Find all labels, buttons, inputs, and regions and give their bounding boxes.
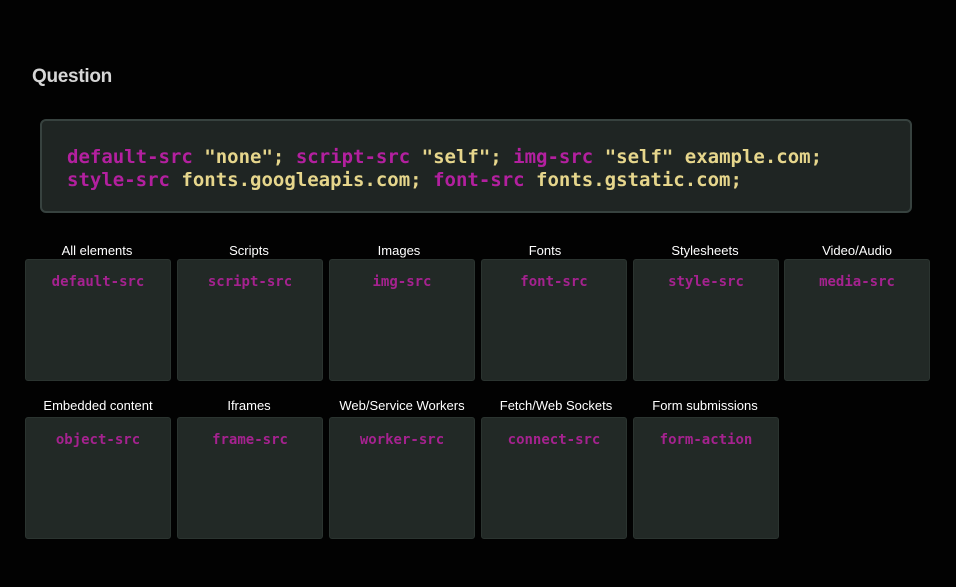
policy-token: default-src [67,146,193,168]
policy-token: ; [410,169,434,191]
policy-token: "none" [192,146,273,168]
directive-card[interactable]: form-action [633,417,779,539]
policy-token: ; [272,146,296,168]
category-label: Images [377,243,421,258]
directive-label: style-src [668,274,744,290]
directive-card[interactable]: script-src [177,259,323,381]
policy-token: ; [810,146,823,168]
directive-label: script-src [207,274,293,290]
policy-token: "self" [410,146,491,168]
policy-token: ; [730,169,742,191]
csp-policy-code: default-src "none"; script-src "self"; i… [40,119,912,213]
policy-token: style-src [67,169,170,191]
policy-token: "self" example.com [593,146,811,168]
category-label: Iframes [227,398,271,413]
directive-card[interactable]: default-src [25,259,171,381]
directive-card[interactable]: frame-src [177,417,323,539]
category-label: Fetch/Web Sockets [499,398,613,413]
policy-token: script-src [295,146,411,168]
directive-label: media-src [819,274,895,290]
policy-token: ; [490,146,514,168]
directive-label: connect-src [507,432,601,448]
directive-card[interactable]: object-src [25,417,171,539]
directive-card[interactable]: connect-src [481,417,627,539]
category-label: Web/Service Workers [339,398,465,413]
policy-token: fonts.googleapis.com [169,169,411,191]
policy-line-2: style-src fonts.googleapis.com; font-src… [67,169,910,192]
category-label: Video/Audio [822,243,892,258]
category-label: Stylesheets [671,243,739,258]
directive-label: default-src [51,274,145,290]
directive-card[interactable]: style-src [633,259,779,381]
policy-line-1: default-src "none"; script-src "self"; i… [67,146,910,169]
directive-label: worker-src [359,432,445,448]
category-label: Fonts [528,243,562,258]
directive-label: form-action [659,432,753,448]
category-label: Form submissions [652,398,758,413]
category-label: All elements [61,243,133,258]
policy-token: font-src [433,169,525,191]
directive-label: img-src [372,274,432,290]
directive-card[interactable]: media-src [784,259,930,381]
slide: Question default-src "none"; script-src … [0,0,956,587]
directive-card[interactable]: worker-src [329,417,475,539]
question-heading: Question [32,66,112,87]
policy-token: img-src [513,146,594,168]
directive-card[interactable]: img-src [329,259,475,381]
directive-label: frame-src [212,432,288,448]
category-label: Scripts [229,243,269,258]
category-label: Embedded content [43,398,153,413]
directive-card[interactable]: font-src [481,259,627,381]
directive-label: object-src [55,432,141,448]
directive-label: font-src [520,274,588,290]
policy-token: fonts.gstatic.com [524,169,731,191]
